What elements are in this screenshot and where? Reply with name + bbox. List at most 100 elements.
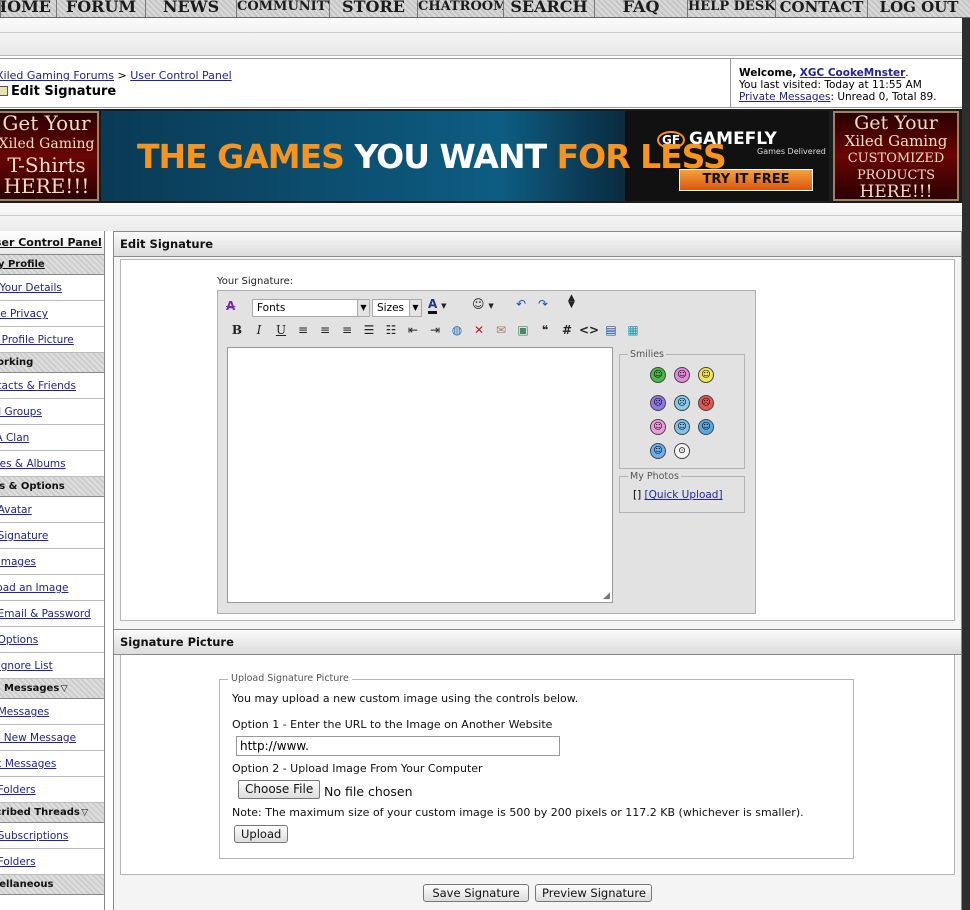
align-center-icon[interactable]: ≡ [314, 323, 336, 337]
private-messages-link[interactable]: Private Messages [739, 91, 830, 103]
sidebar-item-social-groups[interactable]: Social Groups [0, 399, 104, 425]
smiley-confused-icon[interactable]: ☹ [674, 395, 690, 411]
sidebar-item-link[interactable]: Contacts & Friends [0, 380, 76, 392]
sidebar-section-pm[interactable]: Private Messages ▽ [0, 679, 104, 699]
sidebar-item-edit-signature[interactable]: Edit Signature [0, 523, 104, 549]
nav-store[interactable]: STORE [329, 0, 417, 17]
align-right-icon[interactable]: ≡ [336, 323, 358, 337]
undo-icon[interactable]: ↶ [516, 297, 526, 311]
sidebar-item-link[interactable]: Edit Profile Picture [0, 334, 74, 346]
sidebar-item-edit-avatar[interactable]: Edit Avatar [0, 497, 104, 523]
sidebar-item-link[interactable]: Upload an Image [0, 582, 68, 594]
sidebar-item-list-messages[interactable]: List Messages [0, 699, 104, 725]
sidebar-item-edit-email[interactable]: Edit Email & Password [0, 601, 104, 627]
breadcrumb-forum-link[interactable]: Xiled Gaming Forums [0, 69, 114, 82]
choose-file-button[interactable]: Choose File [238, 780, 321, 799]
indent-icon[interactable]: ⇥ [424, 323, 446, 337]
sidebar-item-link[interactable]: List Messages [0, 706, 49, 718]
sidebar-item-edit-details[interactable]: Edit Your Details [0, 275, 104, 301]
nav-faq[interactable]: FAQ [594, 0, 687, 17]
remove-format-icon[interactable]: A [226, 299, 235, 313]
smiley-sunglasses-icon[interactable]: ☺ [650, 443, 666, 459]
fonts-select[interactable]: Fonts ▼ [252, 299, 370, 317]
sidebar-item-link[interactable]: Edit Images [0, 556, 36, 568]
sidebar-item-upload-image[interactable]: Upload an Image [0, 575, 104, 601]
sidebar-section-subscriptions[interactable]: Subscribed Threads ▽ [0, 803, 104, 823]
nav-search[interactable]: SEARCH [503, 0, 594, 17]
sidebar-item-contacts[interactable]: Contacts & Friends [0, 373, 104, 399]
outdent-icon[interactable]: ⇤ [402, 323, 424, 337]
sidebar-item-profile-picture[interactable]: Edit Profile Picture [0, 327, 104, 353]
italic-icon[interactable]: I [248, 323, 270, 337]
align-left-icon[interactable]: ≡ [292, 323, 314, 337]
breadcrumb-ucp-link[interactable]: User Control Panel [130, 69, 232, 82]
collapse-icon[interactable]: ▽ [61, 684, 68, 694]
nav-help-desk[interactable]: HELP DESK [687, 0, 775, 17]
upload-button[interactable]: Upload [234, 825, 289, 843]
smiley-sad-icon[interactable]: ☹ [650, 395, 666, 411]
preview-signature-button[interactable]: Preview Signature [535, 884, 652, 902]
sidebar-header-link[interactable]: User Control Panel [0, 236, 102, 249]
smiley-eek-icon[interactable]: ⊙ [674, 443, 690, 459]
sidebar-item-link[interactable]: Track Messages [0, 758, 56, 770]
sidebar-item-track-messages[interactable]: Track Messages [0, 751, 104, 777]
redo-icon[interactable]: ↷ [538, 297, 548, 311]
nav-log-out[interactable]: LOG OUT [867, 0, 970, 17]
save-signature-button[interactable]: Save Signature [423, 884, 529, 902]
nav-forum[interactable]: FORUM [56, 0, 145, 17]
nav-contact[interactable]: CONTACT [775, 0, 867, 17]
text-color-icon[interactable]: A ▼ [428, 297, 447, 314]
sidebar-item-link[interactable]: Edit Email & Password [0, 608, 91, 620]
sidebar-item-link[interactable]: Profile Privacy [0, 308, 48, 320]
sidebar-item-link[interactable]: Join A Clan [0, 432, 29, 444]
sidebar-item-link[interactable]: Edit Folders [0, 856, 36, 868]
resize-grip-icon[interactable]: ◢ [603, 591, 610, 601]
sidebar-item-list-subscriptions[interactable]: List Subscriptions [0, 823, 104, 849]
sidebar-section-profile[interactable]: My Profile [0, 255, 104, 275]
sidebar-item-pm-folders[interactable]: Edit Folders [0, 777, 104, 803]
nav-chatroom[interactable]: CHATROOM [417, 0, 503, 17]
insert-email-icon[interactable]: ✉ [490, 323, 512, 337]
sidebar-item-link[interactable]: Edit Ignore List [0, 660, 53, 672]
underline-icon[interactable]: U [270, 323, 292, 337]
insert-image-icon[interactable]: ▣ [512, 323, 534, 337]
remove-link-icon[interactable]: ✕ [468, 323, 490, 337]
smiley-mad-icon[interactable]: ☹ [698, 395, 714, 411]
sidebar-item-link[interactable]: Pictures & Albums [0, 458, 66, 470]
image-url-input[interactable]: http://www. [236, 736, 560, 756]
nav-community[interactable]: COMMUNITY [236, 0, 329, 17]
username-link[interactable]: XGC CookeMnster [800, 67, 906, 79]
smiley-smile-icon[interactable]: ☺ [698, 367, 714, 383]
try-it-free-button[interactable]: TRY IT FREE [679, 169, 813, 191]
smiley-menu-icon[interactable]: ☺ ▼ [472, 297, 494, 311]
sidebar-item-link[interactable]: Social Groups [0, 406, 42, 418]
sidebar-item-link[interactable]: Edit Folders [0, 784, 36, 796]
smiley-biggrin-icon[interactable]: ☺ [698, 419, 714, 435]
sidebar-item-send-message[interactable]: Send New Message [0, 725, 104, 751]
sidebar-item-edit-options[interactable]: Edit Options [0, 627, 104, 653]
hash-icon[interactable]: # [556, 323, 578, 337]
bold-icon[interactable]: B [226, 323, 248, 337]
tshirt-ad[interactable]: Get Your Xiled Gaming T-Shirts HERE!!! [0, 111, 99, 201]
sidebar-item-sub-folders[interactable]: Edit Folders [0, 849, 104, 875]
sidebar-item-link[interactable]: Edit Avatar [0, 504, 32, 516]
sidebar-item-pictures[interactable]: Pictures & Albums [0, 451, 104, 477]
sidebar-item-ignore-list[interactable]: Edit Ignore List [0, 653, 104, 679]
sidebar-section-profile-link[interactable]: My Profile [0, 259, 45, 270]
nav-home[interactable]: HOME [0, 0, 56, 17]
sidebar-item-link[interactable]: List Subscriptions [0, 830, 68, 842]
unordered-list-icon[interactable]: ☷ [380, 323, 402, 337]
quick-upload-link[interactable]: [Quick Upload] [645, 489, 723, 501]
php-icon[interactable]: ▤ [600, 323, 622, 337]
sidebar-item-link[interactable]: Edit Signature [0, 530, 48, 542]
gamefly-ad[interactable]: THE GAMES YOU WANT FOR LESS GF GAMEFLY Ga… [101, 111, 829, 201]
signature-textarea[interactable] [227, 347, 613, 603]
sidebar-item-link[interactable]: Edit Options [0, 634, 38, 646]
quote-icon[interactable]: ❝ [534, 323, 556, 337]
collapse-icon[interactable]: ▽ [81, 808, 88, 818]
smiley-grin-icon[interactable]: ☺ [650, 367, 666, 383]
sidebar-item-profile-privacy[interactable]: Profile Privacy [0, 301, 104, 327]
products-ad[interactable]: Get Your Xiled Gaming CUSTOMIZED PRODUCT… [833, 111, 959, 201]
resize-toggle-icon[interactable]: ▲ ▼ [568, 294, 575, 310]
sidebar-item-edit-images[interactable]: Edit Images [0, 549, 104, 575]
